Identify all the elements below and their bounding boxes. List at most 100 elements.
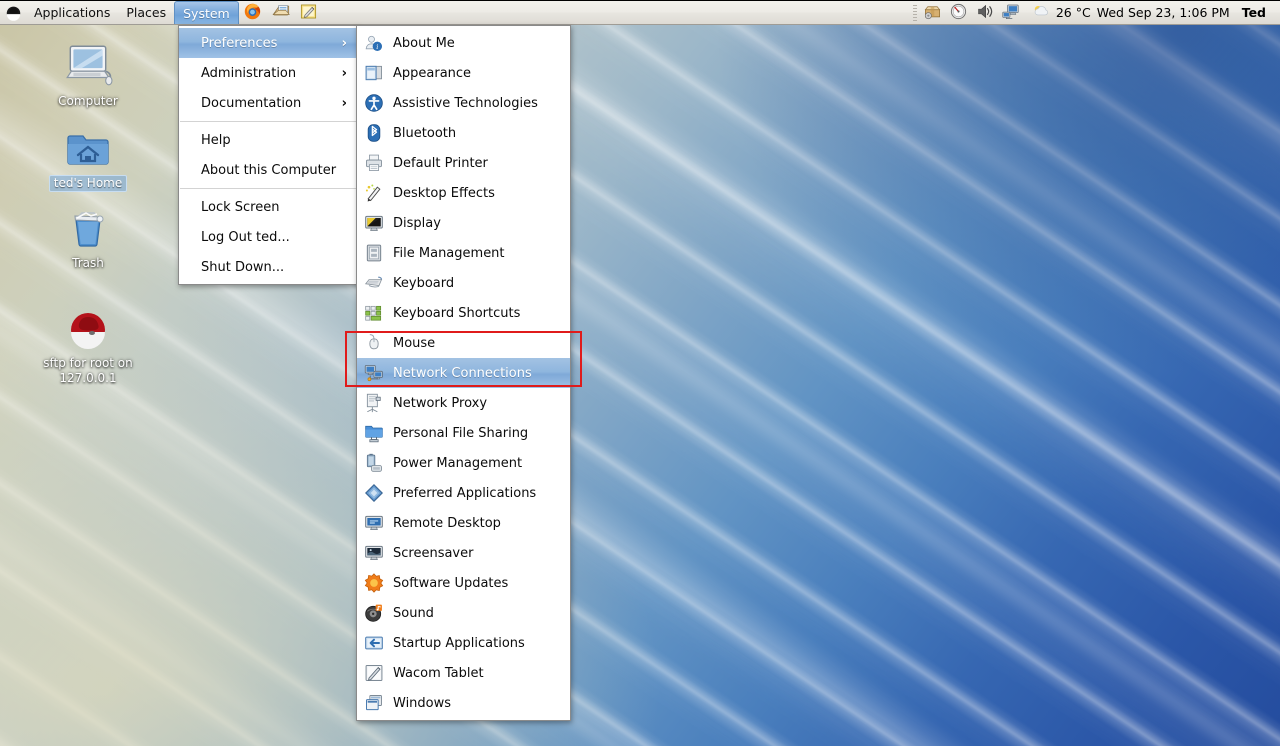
- menu-item-label: Lock Screen: [201, 199, 280, 215]
- menu-item-label: Sound: [393, 605, 434, 621]
- prefs-item-keyboard[interactable]: Keyboard: [357, 268, 570, 298]
- prefs-item-sound[interactable]: Sound: [357, 598, 570, 628]
- preferences-submenu: i About Me Appearance Assistive Technolo…: [356, 25, 571, 721]
- menu-item-label: Documentation: [201, 95, 302, 111]
- prefs-item-screensaver[interactable]: Screensaver: [357, 538, 570, 568]
- system-menu: Preferences › Administration › Documenta…: [178, 25, 358, 285]
- gedit-launcher[interactable]: [295, 1, 323, 24]
- prefs-item-startup-applications[interactable]: Startup Applications: [357, 628, 570, 658]
- top-panel: Applications Places System 26 °C Wed Sep…: [0, 0, 1280, 25]
- menu-separator: [180, 121, 356, 122]
- menu-item-label: Desktop Effects: [393, 185, 495, 201]
- menu-item-label: Network Connections: [393, 365, 532, 381]
- volume-speaker-icon: [975, 2, 994, 24]
- menu-item-label: File Management: [393, 245, 505, 261]
- menu-item-label: Power Management: [393, 455, 523, 471]
- tray-package-updater[interactable]: [920, 2, 946, 24]
- system-menu-item-help[interactable]: Help: [179, 125, 357, 155]
- menu-item-label: Remote Desktop: [393, 515, 501, 531]
- prefs-item-windows[interactable]: Windows: [357, 688, 570, 718]
- prefs-item-network-connections[interactable]: Network Connections: [357, 358, 570, 388]
- prefs-item-desktop-effects[interactable]: Desktop Effects: [357, 178, 570, 208]
- prefs-item-keyboard-shortcuts[interactable]: Keyboard Shortcuts: [357, 298, 570, 328]
- tray-volume[interactable]: [972, 2, 998, 24]
- prefs-item-default-printer[interactable]: Default Printer: [357, 148, 570, 178]
- menu-item-label: Default Printer: [393, 155, 488, 171]
- menu-item-label: Log Out ted...: [201, 229, 290, 245]
- menu-item-label: Startup Applications: [393, 635, 525, 651]
- desktop-icon-trash[interactable]: Trash: [33, 200, 143, 272]
- chevron-right-icon: ›: [341, 95, 347, 111]
- menu-system-label: System: [183, 5, 230, 21]
- assistive-technologies-icon: [363, 92, 385, 114]
- personal-file-sharing-icon: [363, 422, 385, 444]
- evolution-launcher[interactable]: [267, 1, 295, 24]
- prefs-item-personal-file-sharing[interactable]: Personal File Sharing: [357, 418, 570, 448]
- menu-item-label: Preferred Applications: [393, 485, 537, 501]
- system-menu-item-lock-screen[interactable]: Lock Screen: [179, 192, 357, 222]
- menu-item-label: Bluetooth: [393, 125, 457, 141]
- system-menu-item-about-this-computer[interactable]: About this Computer: [179, 155, 357, 185]
- display-icon: [363, 212, 385, 234]
- about-me-icon: i: [363, 32, 385, 54]
- desktop-icon-computer[interactable]: Computer: [33, 38, 143, 110]
- menu-item-label: Keyboard Shortcuts: [393, 305, 521, 321]
- menu-item-label: Screensaver: [393, 545, 474, 561]
- firefox-launcher[interactable]: [239, 1, 267, 24]
- system-menu-item-log-out[interactable]: Log Out ted...: [179, 222, 357, 252]
- prefs-item-software-updates[interactable]: Software Updates: [357, 568, 570, 598]
- prefs-item-appearance[interactable]: Appearance: [357, 58, 570, 88]
- prefs-item-about-me[interactable]: i About Me: [357, 28, 570, 58]
- prefs-item-power-management[interactable]: Power Management: [357, 448, 570, 478]
- user-switch-applet[interactable]: Ted: [1238, 5, 1274, 20]
- menu-separator: [180, 188, 356, 189]
- menu-item-label: Preferences: [201, 35, 278, 51]
- menu-item-label: Mouse: [393, 335, 436, 351]
- network-connections-icon: [363, 362, 385, 384]
- menu-system[interactable]: System: [174, 1, 239, 24]
- windows-icon: [363, 692, 385, 714]
- prefs-item-display[interactable]: Display: [357, 208, 570, 238]
- tray-handle[interactable]: [912, 4, 917, 21]
- chevron-right-icon: ›: [341, 35, 347, 51]
- prefs-item-preferred-applications[interactable]: Preferred Applications: [357, 478, 570, 508]
- menu-places[interactable]: Places: [118, 1, 174, 24]
- system-menu-item-documentation[interactable]: Documentation ›: [179, 88, 357, 118]
- menu-applications[interactable]: Applications: [26, 1, 118, 24]
- prefs-item-mouse[interactable]: Mouse: [357, 328, 570, 358]
- desktop-icon-sftp[interactable]: sftp for root on 127.0.0.1: [33, 300, 143, 387]
- network-connected-icon: [1000, 2, 1021, 24]
- system-menu-item-preferences[interactable]: Preferences ›: [179, 28, 357, 58]
- menu-item-label: Administration: [201, 65, 297, 81]
- menu-item-label: Shut Down...: [201, 259, 285, 275]
- desktop-screen: Computer ted's Home Trash sftp for root …: [0, 0, 1280, 746]
- clock-label: Wed Sep 23, 1:06 PM: [1096, 5, 1230, 20]
- computer-icon: [63, 38, 113, 90]
- desktop-icon-home[interactable]: ted's Home: [33, 120, 143, 192]
- prefs-item-wacom-tablet[interactable]: Wacom Tablet: [357, 658, 570, 688]
- appearance-icon: [363, 62, 385, 84]
- package-updater-icon: [923, 2, 942, 24]
- prefs-item-assistive-technologies[interactable]: Assistive Technologies: [357, 88, 570, 118]
- home-folder-icon: [64, 120, 112, 172]
- prefs-item-remote-desktop[interactable]: Remote Desktop: [357, 508, 570, 538]
- prefs-item-bluetooth[interactable]: Bluetooth: [357, 118, 570, 148]
- clock-weather-applet[interactable]: 26 °C Wed Sep 23, 1:06 PM: [1024, 3, 1238, 22]
- system-monitor-gauge-icon: [949, 2, 968, 24]
- evolution-mail-icon: [271, 2, 291, 24]
- tray-network[interactable]: [998, 2, 1024, 24]
- menu-item-label: Wacom Tablet: [393, 665, 484, 681]
- bluetooth-icon: [363, 122, 385, 144]
- mouse-icon: [363, 332, 385, 354]
- system-menu-item-shut-down[interactable]: Shut Down...: [179, 252, 357, 282]
- menu-item-label: Windows: [393, 695, 452, 711]
- prefs-item-network-proxy[interactable]: Network Proxy: [357, 388, 570, 418]
- panel-left-section: Applications Places System: [0, 1, 323, 24]
- prefs-item-file-management[interactable]: File Management: [357, 238, 570, 268]
- network-proxy-icon: [363, 392, 385, 414]
- svg-text:i: i: [376, 43, 378, 51]
- system-menu-item-administration[interactable]: Administration ›: [179, 58, 357, 88]
- tray-system-monitor[interactable]: [946, 2, 972, 24]
- keyboard-icon: [363, 272, 385, 294]
- desktop-icon-label: Trash: [72, 256, 104, 270]
